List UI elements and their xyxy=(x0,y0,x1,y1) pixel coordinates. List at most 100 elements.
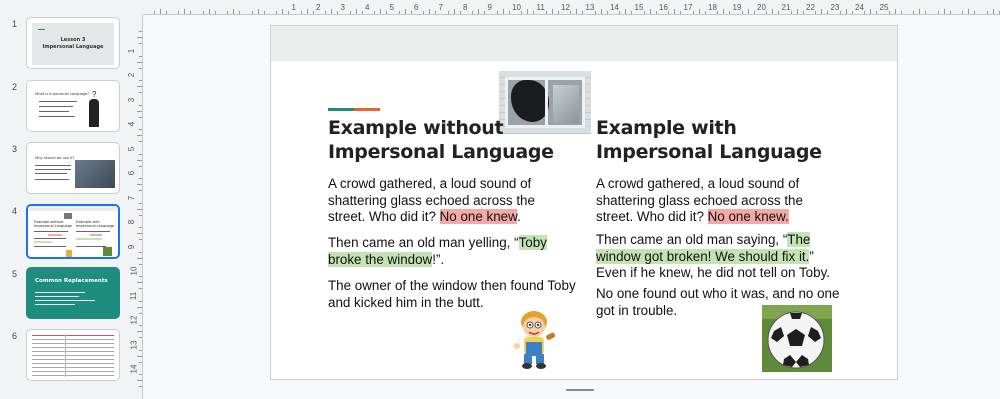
ruler-tick xyxy=(139,165,142,167)
ruler-number: 1 xyxy=(127,48,137,53)
soccer-ball-image[interactable] xyxy=(762,305,832,372)
ruler-tick xyxy=(594,11,596,14)
left-title: Example without Impersonal Language xyxy=(328,116,554,164)
ruler-tick xyxy=(521,11,523,14)
ruler-tick xyxy=(949,11,951,14)
ruler-tick xyxy=(729,11,731,14)
ruler-tick xyxy=(900,11,902,14)
filmstrip-slide-4[interactable]: 4 Example without Impersonal Language Ex… xyxy=(0,204,128,260)
slide-thumbnail-selected[interactable]: Example without Impersonal Language Exam… xyxy=(26,204,120,259)
ruler-tick xyxy=(404,9,406,14)
ruler-tick xyxy=(453,9,455,14)
ruler-tick xyxy=(331,9,333,14)
ruler-tick xyxy=(974,11,976,14)
ruler-tick xyxy=(680,11,682,14)
ruler-tick xyxy=(361,11,363,14)
ruler-tick xyxy=(723,9,725,14)
ruler-number: 13 xyxy=(585,3,595,12)
ruler-number: 11 xyxy=(536,3,545,12)
left-title-line2: Impersonal Language xyxy=(328,141,554,163)
scroll-indicator[interactable] xyxy=(566,389,594,391)
ruler-tick xyxy=(772,9,774,14)
filmstrip-slide-3[interactable]: 3 Why should we use it? xyxy=(0,142,128,198)
ruler-tick xyxy=(139,129,142,131)
ruler-tick xyxy=(137,306,142,308)
ruler-tick xyxy=(288,11,290,14)
ruler-tick xyxy=(741,11,743,14)
thumb-heading: What is Impersonal Language? xyxy=(35,92,90,96)
horizontal-ruler[interactable]: 1 2 3 4 5 6 7 8 9 10 11 12 13 14 15 16 17 18 19 20 21 22 23 24 2… xyxy=(143,0,1000,15)
ruler-tick xyxy=(888,11,890,14)
ruler-tick xyxy=(355,9,357,14)
boy-cartoon-image[interactable] xyxy=(512,308,560,370)
ruler-tick xyxy=(137,331,142,333)
ruler-number: 20 xyxy=(757,3,766,12)
slide-filmstrip: 1 Lesson 3 Impersonal Language 2 What is… xyxy=(0,0,128,399)
photo-icon xyxy=(75,160,115,188)
ruler-tick xyxy=(992,9,994,14)
ruler-tick xyxy=(551,9,553,14)
slide-thumbnail[interactable]: What is Impersonal Language? ? xyxy=(26,80,120,132)
ruler-number: 17 xyxy=(683,3,693,12)
ruler-tick xyxy=(429,9,431,14)
right-title-line2: Impersonal Language xyxy=(596,141,822,163)
ruler-tick xyxy=(139,288,142,290)
ruler-tick xyxy=(643,11,645,14)
ruler-tick xyxy=(282,9,284,14)
slide-thumbnail[interactable]: Why should we use it? xyxy=(26,142,120,194)
filmstrip-slide-6[interactable]: 6 xyxy=(0,329,128,385)
filmstrip-slide-1[interactable]: 1 Lesson 3 Impersonal Language xyxy=(0,17,128,73)
vertical-ruler[interactable]: 1 2 3 4 5 6 7 8 9 10 11 12 13 14 xyxy=(127,15,143,399)
ruler-number: 23 xyxy=(830,3,840,12)
ruler-tick xyxy=(790,11,792,14)
filmstrip-slide-2[interactable]: 2 What is Impersonal Language? ? xyxy=(0,80,128,136)
ruler-number: 5 xyxy=(389,3,394,12)
ruler-tick xyxy=(864,11,866,14)
ruler-number: 2 xyxy=(316,3,321,12)
ruler-number: 12 xyxy=(561,3,570,12)
ruler-tick xyxy=(137,282,142,284)
ruler-tick xyxy=(821,9,823,14)
ruler-number: 7 xyxy=(127,195,137,200)
ruler-number: 7 xyxy=(438,3,443,12)
slide-number: 6 xyxy=(12,331,18,341)
ruler-tick xyxy=(139,325,142,327)
ruler-number: 25 xyxy=(879,3,889,12)
ruler-tick xyxy=(496,11,498,14)
ruler-tick xyxy=(139,178,142,180)
thumb-heading-right: Example with Impersonal Language xyxy=(76,220,114,228)
ruler-tick xyxy=(233,9,235,14)
ruler-tick xyxy=(139,251,142,253)
ruler-tick xyxy=(374,11,376,14)
ruler-number: 10 xyxy=(129,266,139,276)
ruler-tick xyxy=(165,11,167,14)
slide-thumbnail[interactable]: Lesson 3 Impersonal Language xyxy=(26,17,120,69)
ruler-number: 15 xyxy=(634,3,644,12)
slide-thumbnail[interactable]: Common Replacements xyxy=(26,267,120,319)
filmstrip-slide-5[interactable]: 5 Common Replacements xyxy=(0,267,128,323)
ruler-tick xyxy=(606,11,608,14)
slide-number: 1 xyxy=(12,19,18,29)
ruler-tick xyxy=(139,227,142,229)
ruler-tick xyxy=(827,11,829,14)
right-paragraph-2: Then came an old man saying, “The window… xyxy=(596,232,846,282)
ruler-tick xyxy=(139,300,142,302)
left-title-line1: Example without xyxy=(328,117,504,139)
ruler-tick xyxy=(986,11,988,14)
slide-canvas[interactable]: Example without Impersonal Language A cr… xyxy=(270,25,898,380)
slide-thumbnail[interactable] xyxy=(26,329,120,381)
ruler-tick xyxy=(137,208,142,210)
ruler-tick xyxy=(839,11,841,14)
ruler-number: 4 xyxy=(127,121,137,127)
ruler-tick xyxy=(139,80,142,82)
ruler-tick xyxy=(870,9,872,14)
right-p2-text: Then came an old man saying, “ xyxy=(596,232,788,247)
ruler-number: 2 xyxy=(127,72,137,78)
ruler-number: 3 xyxy=(340,3,345,12)
thumb-subtitle: Impersonal Language xyxy=(42,44,104,50)
ruler-tick xyxy=(459,11,461,14)
ruler-tick xyxy=(576,9,578,14)
ruler-tick xyxy=(894,9,896,14)
ruler-tick xyxy=(202,11,204,14)
ruler-tick xyxy=(263,11,265,14)
